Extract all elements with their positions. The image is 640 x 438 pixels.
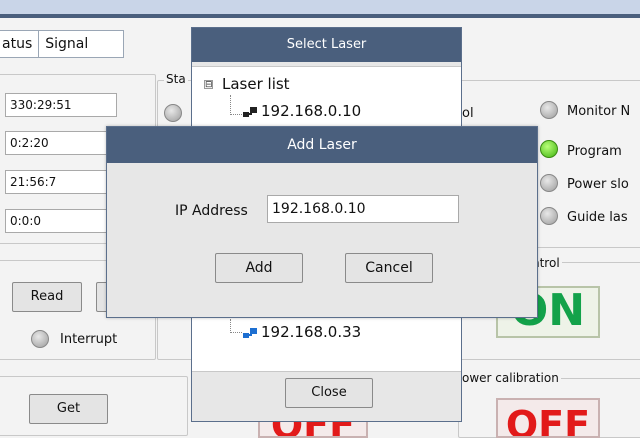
- interrupt-label: Interrupt: [60, 332, 118, 347]
- tab-signal[interactable]: Signal: [38, 31, 94, 57]
- laser-item-2-ip: 192.168.0.33: [261, 323, 362, 341]
- timer-field-2[interactable]: 0:2:20: [5, 131, 117, 155]
- ip-address-input[interactable]: 192.168.0.10: [267, 195, 459, 223]
- read-button[interactable]: Read: [12, 282, 82, 312]
- status-group-label: Sta: [164, 72, 188, 86]
- interrupt-indicator-icon: [31, 330, 49, 348]
- add-laser-dialog: Add Laser IP Address 192.168.0.10 Add Ca…: [106, 126, 538, 318]
- collapse-icon[interactable]: ⊟: [204, 80, 213, 90]
- tab-strip: atus Signal: [0, 30, 124, 58]
- laser-item-1-ip: 192.168.0.10: [261, 102, 362, 120]
- timer-field-1[interactable]: 330:29:51: [5, 93, 117, 117]
- add-button[interactable]: Add: [215, 253, 303, 283]
- close-button[interactable]: Close: [285, 378, 373, 408]
- laser-item-1[interactable]: 192.168.0.10: [243, 102, 361, 120]
- monitor-label: Monitor N: [567, 104, 631, 119]
- get-button[interactable]: Get: [29, 394, 108, 424]
- monitor-indicator-icon: [540, 101, 558, 119]
- power-slow-label: Power slo: [567, 177, 629, 192]
- network-device-icon: [243, 106, 257, 117]
- cancel-button[interactable]: Cancel: [345, 253, 433, 283]
- laser-item-2[interactable]: 192.168.0.33: [243, 323, 361, 341]
- timer-field-4[interactable]: 0:0:0: [5, 209, 117, 233]
- add-laser-title: Add Laser: [107, 127, 537, 163]
- select-laser-title: Select Laser: [192, 28, 461, 62]
- status-indicator-icon: [164, 104, 182, 122]
- timer-field-3[interactable]: 21:56:7: [5, 170, 117, 194]
- network-device-icon: [243, 327, 257, 338]
- tree-connector-2: [230, 319, 242, 333]
- program-indicator-icon: [540, 140, 558, 158]
- control-partial-label: ol: [462, 106, 474, 121]
- power-calibration-label: ower calibration: [460, 371, 561, 385]
- tab-status[interactable]: atus: [0, 31, 38, 57]
- ip-address-label: IP Address: [175, 203, 248, 219]
- laser-list-root[interactable]: Laser list: [222, 75, 290, 93]
- tree-connector-1: [230, 95, 242, 115]
- power-off-button[interactable]: OFF: [496, 398, 600, 438]
- window-header-strip: [0, 14, 640, 18]
- window-top-bar: [0, 0, 640, 14]
- guide-laser-label: Guide las: [567, 210, 628, 225]
- guide-laser-indicator-icon: [540, 207, 558, 225]
- program-label: Program: [567, 144, 622, 159]
- power-slow-indicator-icon: [540, 174, 558, 192]
